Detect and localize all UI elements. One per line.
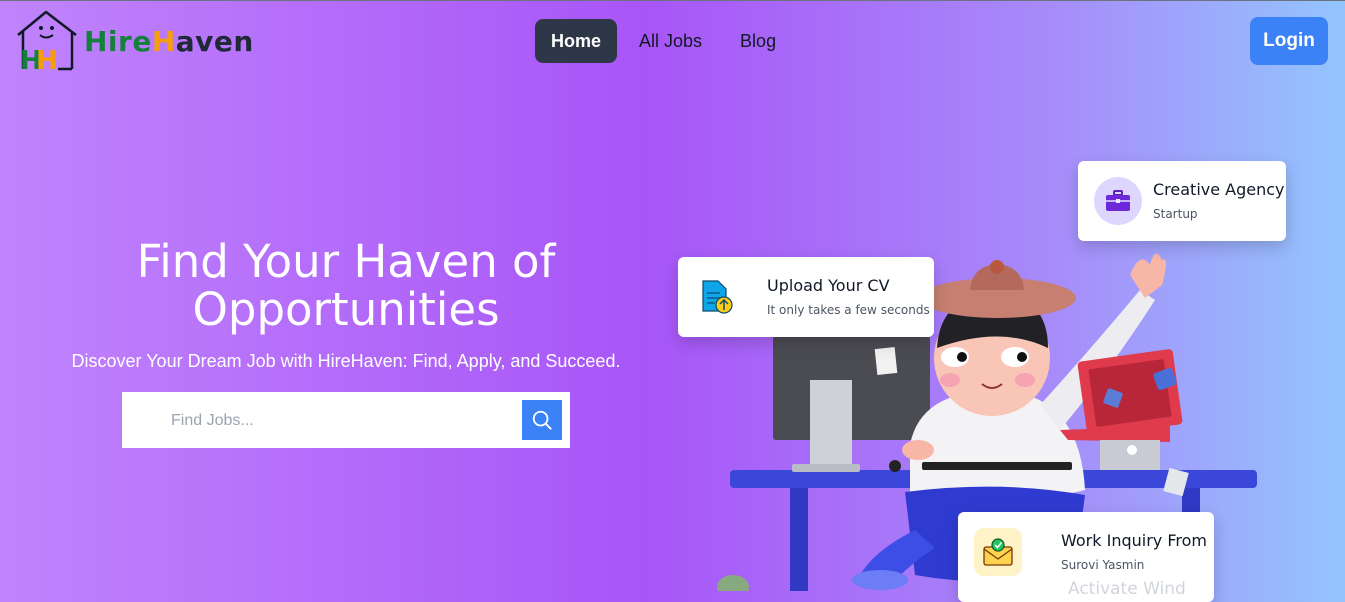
top-border bbox=[0, 0, 1345, 1]
nav-home[interactable]: Home bbox=[535, 19, 618, 63]
upload-cv-subtitle: It only takes a few seconds bbox=[767, 303, 930, 317]
work-inquiry-card[interactable]: Work Inquiry From Surovi Yasmin Activate… bbox=[958, 512, 1214, 602]
search-input[interactable] bbox=[169, 406, 513, 436]
search-button[interactable] bbox=[522, 400, 562, 440]
svg-text:H: H bbox=[36, 46, 58, 73]
briefcase-icon bbox=[1094, 177, 1142, 225]
faded-overlay-text: Activate Wind bbox=[1068, 579, 1186, 599]
hero-subtitle: Discover Your Dream Job with HireHaven: … bbox=[71, 351, 621, 371]
work-inquiry-title: Work Inquiry From bbox=[1061, 531, 1207, 550]
envelope-check-icon bbox=[974, 528, 1022, 576]
brand-name: HireHaven bbox=[84, 25, 254, 58]
login-button[interactable]: Login bbox=[1250, 17, 1328, 65]
brand-part-hire: Hire bbox=[84, 24, 152, 58]
brand-part-aven: aven bbox=[175, 24, 254, 58]
nav-blog[interactable]: Blog bbox=[724, 19, 792, 63]
creative-agency-title: Creative Agency bbox=[1153, 180, 1285, 199]
logo[interactable]: H H HireHaven bbox=[14, 9, 254, 73]
search-icon bbox=[532, 410, 552, 430]
upload-cv-title: Upload Your CV bbox=[767, 276, 890, 295]
work-inquiry-subtitle: Surovi Yasmin bbox=[1061, 558, 1145, 572]
job-search-bar bbox=[122, 392, 570, 448]
creative-agency-subtitle: Startup bbox=[1153, 207, 1198, 221]
house-logo-icon: H H bbox=[17, 10, 77, 73]
hero-title: Find Your Haven of Opportunities bbox=[136, 235, 556, 336]
upload-cv-card[interactable]: Upload Your CV It only takes a few secon… bbox=[678, 257, 934, 337]
brand-part-h: H bbox=[151, 24, 176, 58]
main-nav: Home All Jobs Blog bbox=[535, 19, 792, 63]
nav-all-jobs[interactable]: All Jobs bbox=[623, 19, 718, 63]
creative-agency-card[interactable]: Creative Agency Startup bbox=[1078, 161, 1286, 241]
document-upload-icon bbox=[702, 280, 733, 314]
